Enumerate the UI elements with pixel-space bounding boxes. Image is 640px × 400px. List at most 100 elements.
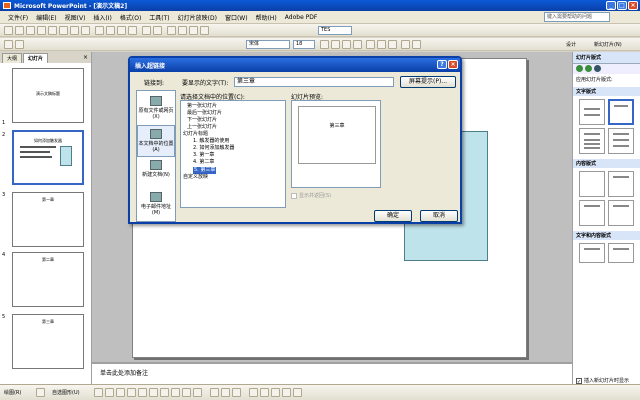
zoom-icon[interactable]: [200, 26, 209, 35]
center-icon[interactable]: [377, 40, 386, 49]
layout-content-text[interactable]: [608, 243, 634, 263]
tes-select[interactable]: TES: [318, 26, 352, 35]
arrow-icon[interactable]: [105, 388, 114, 397]
menu-adobe-pdf[interactable]: Adobe PDF: [281, 14, 322, 21]
clipart-icon[interactable]: [182, 388, 191, 397]
line-icon[interactable]: [94, 388, 103, 397]
menu-edit[interactable]: 编辑(E): [32, 13, 60, 22]
pdf-icon[interactable]: [4, 40, 13, 49]
align-left-icon[interactable]: [366, 40, 375, 49]
font-color-icon[interactable]: [232, 388, 241, 397]
new-icon[interactable]: [4, 26, 13, 35]
tree-item[interactable]: 幻灯片标题: [183, 131, 283, 138]
bullets-icon[interactable]: [412, 40, 421, 49]
cancel-button[interactable]: 取消: [420, 210, 458, 222]
checkbox-box[interactable]: ✓: [576, 377, 582, 385]
paste-icon[interactable]: [117, 26, 126, 35]
textbox-icon[interactable]: [138, 388, 147, 397]
tree-item[interactable]: 下一张幻灯片: [183, 117, 283, 124]
tree-item[interactable]: 1. 触发器的使用: [183, 138, 283, 145]
slide-thumbnail-1[interactable]: 演示文稿标题: [12, 68, 84, 123]
close-button[interactable]: ×: [628, 1, 638, 10]
layout-content[interactable]: [608, 171, 634, 197]
menu-format[interactable]: 格式(O): [116, 13, 145, 22]
print-icon[interactable]: [48, 26, 57, 35]
diagram-icon[interactable]: [171, 388, 180, 397]
undo-icon[interactable]: [142, 26, 151, 35]
permission-icon[interactable]: [37, 26, 46, 35]
screentip-button[interactable]: 屏幕提示(P)...: [400, 76, 456, 88]
research-icon[interactable]: [81, 26, 90, 35]
shadow-icon[interactable]: [353, 40, 362, 49]
3d-style-icon[interactable]: [293, 388, 302, 397]
bold-icon[interactable]: [320, 40, 329, 49]
insert-table-icon[interactable]: [178, 26, 187, 35]
rectangle-icon[interactable]: [116, 388, 125, 397]
pdf-email-icon[interactable]: [15, 40, 24, 49]
picture-icon[interactable]: [193, 388, 202, 397]
oval-icon[interactable]: [127, 388, 136, 397]
layout-text-content[interactable]: [579, 243, 605, 263]
tree-item[interactable]: 第一张幻灯片: [183, 103, 283, 110]
menu-window[interactable]: 窗口(W): [221, 13, 252, 22]
vertical-textbox-icon[interactable]: [149, 388, 158, 397]
shadow-style-icon[interactable]: [282, 388, 291, 397]
document-place-tree[interactable]: 第一张幻灯片 最后一张幻灯片 下一张幻灯片 上一张幻灯片 幻灯片标题 1. 触发…: [180, 100, 286, 208]
tree-item[interactable]: 3. 第一章: [183, 152, 283, 159]
select-objects-icon[interactable]: [36, 388, 45, 397]
forward-icon[interactable]: [585, 65, 592, 72]
menu-view[interactable]: 视图(V): [61, 13, 90, 22]
slide-thumbnail-2[interactable]: 如何添加触发器: [12, 130, 84, 185]
close-pane-icon[interactable]: ×: [83, 54, 88, 61]
dialog-help-button[interactable]: ?: [437, 60, 447, 69]
maximize-button[interactable]: □: [617, 1, 627, 10]
help-search-input[interactable]: 键入需要帮助的问题: [544, 12, 610, 22]
autoshapes-button[interactable]: 自选图形(U): [52, 389, 80, 396]
show-when-inserting-checkbox[interactable]: ✓ 插入新幻灯片时显示: [576, 377, 629, 385]
slide-thumbnail-3[interactable]: 第一章: [12, 192, 84, 247]
save-icon[interactable]: [26, 26, 35, 35]
link-place-in-document[interactable]: 本文档中的位置(A): [137, 125, 175, 157]
tree-item[interactable]: 2. 如何添加触发器: [183, 145, 283, 152]
tab-slides[interactable]: 幻灯片: [23, 53, 49, 63]
back-icon[interactable]: [576, 65, 583, 72]
copy-icon[interactable]: [106, 26, 115, 35]
dialog-close-button[interactable]: ×: [448, 60, 458, 69]
tree-item-selected[interactable]: 5. 第三章: [193, 167, 217, 174]
italic-icon[interactable]: [331, 40, 340, 49]
layout-two-content[interactable]: [579, 200, 605, 226]
link-email-address[interactable]: 电子邮件地址(M): [137, 189, 175, 221]
menu-slideshow[interactable]: 幻灯片放映(D): [174, 13, 221, 22]
fill-color-icon[interactable]: [210, 388, 219, 397]
menu-help[interactable]: 帮助(H): [252, 13, 281, 22]
tab-outline[interactable]: 大纲: [2, 53, 23, 63]
align-right-icon[interactable]: [388, 40, 397, 49]
tree-item[interactable]: 4. 第二章: [183, 159, 283, 166]
line-color-icon[interactable]: [221, 388, 230, 397]
layout-four-content[interactable]: [608, 200, 634, 226]
cut-icon[interactable]: [95, 26, 104, 35]
print-preview-icon[interactable]: [59, 26, 68, 35]
powerpoint-app-icon[interactable]: [3, 2, 11, 9]
layout-title-slide[interactable]: [579, 99, 605, 125]
tree-item[interactable]: 自定义放映: [183, 174, 283, 181]
layout-two-column-text[interactable]: [608, 128, 634, 154]
tree-item[interactable]: 上一张幻灯片: [183, 124, 283, 131]
spelling-icon[interactable]: [70, 26, 79, 35]
link-create-new-document[interactable]: 新建文档(N): [137, 157, 175, 189]
slide-thumbnail-5[interactable]: 第三章: [12, 314, 84, 369]
layout-blank[interactable]: [579, 171, 605, 197]
redo-icon[interactable]: [153, 26, 162, 35]
draw-menu-button[interactable]: 绘图(R): [4, 389, 21, 396]
slide-thumbnail-4[interactable]: 第二章: [12, 252, 84, 307]
ok-button[interactable]: 确定: [374, 210, 412, 222]
new-slide-button[interactable]: 新幻灯片(N): [594, 41, 622, 48]
line-style-icon[interactable]: [249, 388, 258, 397]
tree-item[interactable]: 最后一张幻灯片: [183, 110, 283, 117]
notes-pane[interactable]: 单击此处添加备注: [92, 362, 572, 384]
design-button[interactable]: 设计: [566, 41, 576, 48]
underline-icon[interactable]: [342, 40, 351, 49]
layout-title-text[interactable]: [579, 128, 605, 154]
home-icon[interactable]: [594, 65, 601, 72]
link-existing-file[interactable]: 原有文件或网页(X): [137, 93, 175, 125]
